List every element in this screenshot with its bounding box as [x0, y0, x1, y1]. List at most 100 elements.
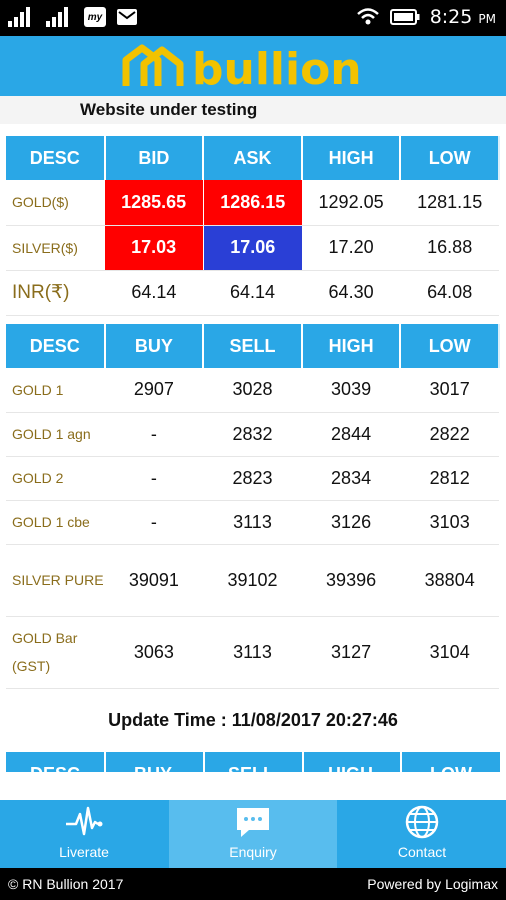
row-desc: GOLD 1	[6, 368, 105, 413]
pulse-icon	[66, 806, 103, 836]
rate-header-row: DESC BUY SELL HIGH LOW	[6, 324, 500, 368]
wifi-icon	[356, 8, 379, 25]
table-row: GOLD 1 cbe - 3113 3126 3103	[6, 500, 499, 545]
high-value: 17.20	[301, 225, 401, 271]
bid-value: 64.14	[104, 270, 204, 316]
row-desc: SILVER($)	[6, 225, 105, 271]
col-low: LOW	[430, 764, 472, 772]
signal-icon	[8, 7, 30, 27]
buy-value: -	[104, 500, 204, 545]
status-bar: my 8:25 PM	[0, 0, 506, 36]
buy-value: 39091	[104, 544, 204, 617]
row-desc: GOLD 1 agn	[6, 412, 105, 457]
powered-by: Powered by Logimax	[367, 876, 498, 892]
nav-liverate-label: Liverate	[59, 844, 109, 860]
col-buy: BUY	[134, 764, 172, 772]
mail-icon	[117, 9, 137, 25]
col-high: HIGH	[328, 764, 373, 772]
bid-value: 17.03	[104, 225, 204, 271]
buy-value: 3063	[104, 616, 204, 689]
table-row: SILVER($) 17.03 17.06 17.20 16.88	[6, 225, 499, 271]
high-value: 3127	[301, 616, 401, 689]
col-low: LOW	[400, 136, 500, 180]
low-value: 38804	[400, 544, 499, 617]
low-value: 2812	[400, 456, 499, 501]
nav-contact-label: Contact	[397, 844, 447, 860]
col-sell: SELL	[228, 764, 274, 772]
app-header: bullion	[0, 36, 506, 96]
subtitle-bar: Website under testing	[0, 96, 506, 124]
col-bid: BID	[104, 136, 205, 180]
bid-value: 1285.65	[104, 180, 204, 226]
update-time: Update Time : 11/08/2017 20:27:46	[108, 710, 398, 730]
buy-value: -	[104, 456, 204, 501]
app-notification-icon: my	[84, 7, 106, 27]
row-desc: GOLD($)	[6, 180, 105, 226]
bottom-nav: Liverate Enquiry Contact	[0, 800, 506, 868]
row-desc: GOLD Bar (GST)	[6, 616, 105, 689]
next-table-header: DESC BUY SELL HIGH LOW	[6, 752, 500, 772]
table-row: GOLD($) 1285.65 1286.15 1292.05 1281.15	[6, 180, 499, 226]
col-low: LOW	[400, 324, 500, 368]
low-value: 16.88	[400, 225, 499, 271]
sell-value: 3113	[203, 616, 302, 689]
sell-value: 3028	[203, 368, 302, 413]
col-desc: DESC	[6, 136, 106, 180]
battery-icon	[389, 9, 420, 25]
status-right: 8:25 PM	[356, 6, 496, 28]
low-value: 3103	[400, 500, 499, 545]
col-desc: DESC	[6, 324, 106, 368]
clock: 8:25 PM	[429, 6, 496, 28]
sell-value: 3113	[203, 500, 302, 545]
col-high: HIGH	[301, 324, 402, 368]
high-value: 1292.05	[301, 180, 401, 226]
low-value: 64.08	[400, 270, 499, 316]
high-value: 39396	[301, 544, 401, 617]
low-value: 2822	[400, 412, 499, 457]
low-value: 1281.15	[400, 180, 499, 226]
table-row: GOLD 1 agn - 2832 2844 2822	[6, 412, 499, 457]
chat-bubble-icon	[237, 808, 269, 837]
nav-enquiry-label: Enquiry	[229, 844, 277, 860]
low-value: 3104	[400, 616, 499, 689]
high-value: 3126	[301, 500, 401, 545]
nav-enquiry[interactable]: Enquiry	[169, 800, 337, 868]
row-desc: INR(₹)	[6, 270, 105, 316]
low-value: 3017	[400, 368, 499, 413]
status-left: my	[8, 7, 138, 27]
spot-rates-table: DESC BID ASK HIGH LOW GOLD($) 1285.65 12…	[6, 136, 500, 316]
nav-contact[interactable]: Contact	[338, 800, 506, 868]
row-desc: SILVER PURE	[6, 544, 105, 617]
table-row: INR(₹) 64.14 64.14 64.30 64.08	[6, 270, 499, 316]
high-value: 2834	[301, 456, 401, 501]
table-row: SILVER PURE 39091 39102 39396 38804	[6, 544, 499, 617]
col-buy: BUY	[104, 324, 205, 368]
table-row: GOLD 1 2907 3028 3039 3017	[6, 368, 499, 413]
table-row: GOLD 2 - 2823 2834 2812	[6, 456, 499, 501]
signal-icon-2	[46, 7, 68, 27]
footer: © RN Bullion 2017 Powered by Logimax	[0, 868, 506, 900]
ask-value: 17.06	[202, 225, 302, 271]
globe-icon	[405, 805, 439, 839]
spot-header-row: DESC BID ASK HIGH LOW	[6, 136, 500, 180]
col-high: HIGH	[301, 136, 402, 180]
row-desc: GOLD 2	[6, 456, 105, 501]
page-subtitle: Website under testing	[80, 100, 258, 119]
sell-value: 2832	[203, 412, 302, 457]
col-desc: DESC	[30, 764, 80, 772]
nav-liverate[interactable]: Liverate	[0, 800, 168, 868]
high-value: 64.30	[301, 270, 401, 316]
sell-value: 39102	[203, 544, 302, 617]
buy-value: 2907	[104, 368, 204, 413]
col-sell: SELL	[203, 324, 303, 368]
buy-value: -	[104, 412, 204, 457]
copyright: © RN Bullion 2017	[8, 876, 124, 892]
ask-value: 64.14	[203, 270, 302, 316]
ask-value: 1286.15	[202, 180, 302, 226]
brand-text: bullion	[192, 44, 362, 92]
col-ask: ASK	[203, 136, 303, 180]
row-desc: GOLD 1 cbe	[6, 500, 105, 545]
high-value: 2844	[301, 412, 401, 457]
bullion-logo: bullion	[122, 44, 362, 92]
table-row: GOLD Bar (GST) 3063 3113 3127 3104	[6, 616, 499, 689]
